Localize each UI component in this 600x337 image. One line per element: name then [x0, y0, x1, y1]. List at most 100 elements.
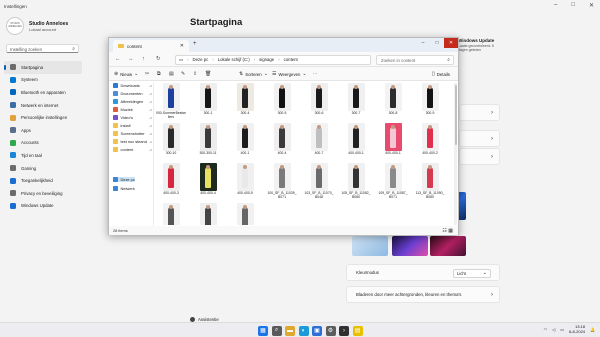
clock[interactable]: 13:18 6-8-2024 — [569, 324, 585, 334]
sidebar-item-10[interactable]: Privacy en beveiliging — [4, 187, 82, 200]
file-thumbnail[interactable]: 300-300-11 — [193, 123, 223, 156]
volume-icon[interactable]: ◁ — [552, 327, 555, 332]
file-thumbnail[interactable]: 103_SF_B_11070_B048 — [304, 163, 334, 200]
details-button[interactable]: ▯ Details — [432, 71, 450, 77]
search-icon[interactable]: ⌕ — [271, 325, 282, 336]
close-icon[interactable]: ✕ — [444, 38, 458, 48]
breadcrumb-item[interactable]: Deze pc — [193, 57, 209, 62]
breadcrumb-item[interactable]: content — [284, 57, 298, 62]
store-icon[interactable]: ▣ — [312, 325, 322, 336]
close-icon[interactable]: ✕ — [589, 2, 594, 9]
sidebar-item-9[interactable]: Toegankelijkheid — [4, 174, 82, 187]
battery-icon[interactable]: ▭ — [560, 327, 564, 332]
forward-arrow-icon[interactable]: → — [128, 56, 134, 62]
file-thumbnail[interactable]: 105_SF_B_11082_B080 — [341, 163, 371, 200]
nav-pane-item[interactable]: Muziek ⊿ — [113, 107, 152, 112]
rename-icon[interactable]: ✎ — [181, 71, 185, 77]
file-thumbnail[interactable] — [156, 203, 186, 225]
minimize-icon[interactable]: – — [416, 38, 430, 48]
explorer-search-input[interactable]: Zoeken in content ⌕ — [376, 54, 454, 65]
settings-icon[interactable]: ⚙ — [325, 325, 336, 336]
nav-pane-item[interactable]: Downloads ⊿ — [113, 83, 152, 88]
file-thumbnail[interactable]: 400-400-2 — [415, 123, 445, 156]
sidebar-item-5[interactable]: Apps — [4, 124, 82, 137]
sidebar-item-2[interactable]: Bluetooth en apparaten — [4, 86, 82, 99]
share-icon[interactable]: ⇪ — [193, 71, 197, 77]
nav-pane-item[interactable]: Deze pc — [113, 177, 135, 182]
nav-pane-item[interactable]: Netwerk — [113, 186, 135, 191]
minimize-icon[interactable]: – — [554, 2, 557, 9]
file-thumbnail[interactable]: 400-400-5 — [230, 163, 260, 196]
file-thumbnail[interactable]: 400-400-1 — [341, 123, 371, 156]
file-thumbnail[interactable]: 400-4 — [267, 123, 297, 156]
copy-icon[interactable]: ⧉ — [157, 71, 161, 77]
sidebar-item-0[interactable]: Startpagina — [4, 61, 82, 74]
file-thumbnail[interactable]: 300-5 — [267, 83, 297, 116]
settings-search-input[interactable]: Instelling zoeken ⌕ — [6, 44, 79, 53]
settings-card-3[interactable]: › — [459, 148, 500, 165]
settings-card-2[interactable]: › — [459, 130, 500, 147]
wifi-icon[interactable]: ◠ — [544, 327, 548, 332]
windows-update-panel[interactable]: Windows Update Laatst gecontroleerd: 5 d… — [458, 38, 500, 52]
file-explorer-icon[interactable]: ▬ — [285, 325, 295, 336]
browse-backgrounds-card[interactable]: Bladeren door meer achtergronden, kleure… — [346, 286, 500, 303]
file-thumbnail[interactable]: 109_SF_B_11087_B071 — [378, 163, 408, 200]
color-mode-select[interactable]: Licht ⌄ — [453, 268, 491, 278]
file-thumbnail[interactable]: 300-1 — [193, 83, 223, 116]
sidebar-item-11[interactable]: Windows Update — [4, 200, 82, 213]
file-thumbnail[interactable]: 300-4 — [230, 83, 260, 116]
theme-thumbnail[interactable] — [392, 236, 428, 256]
file-thumbnail[interactable]: 300-8 — [378, 83, 408, 116]
file-thumbnail[interactable]: 400-400-3 — [156, 163, 186, 196]
new-tab-icon[interactable]: + — [193, 41, 197, 47]
file-thumbnail[interactable]: 000-SummerBestsellers — [156, 83, 186, 120]
edge-icon[interactable]: ◐ — [298, 325, 309, 336]
nav-pane-item[interactable]: Screenshotter ⊿ — [113, 131, 152, 136]
sidebar-item-3[interactable]: Netwerk en internet — [4, 99, 82, 112]
file-thumbnail[interactable] — [193, 203, 223, 225]
app-icon[interactable]: ▤ — [352, 325, 363, 336]
file-thumbnail[interactable]: 300-9 — [415, 83, 445, 116]
sidebar-item-7[interactable]: Tijd en taal — [4, 149, 82, 162]
nav-pane-item[interactable]: Documenten ⊿ — [113, 91, 152, 96]
cut-icon[interactable]: ✂ — [145, 71, 149, 77]
back-arrow-icon[interactable]: ← — [115, 56, 121, 62]
view-toggle-icons[interactable]: ☷ ▦ — [442, 228, 453, 234]
sidebar-item-4[interactable]: Persoonlijke instellingen — [4, 111, 82, 124]
file-thumbnail[interactable]: 400-7 — [304, 123, 334, 156]
file-thumbnail[interactable]: 300-6 — [304, 83, 334, 116]
file-thumbnail[interactable]: 400-400-4 — [193, 163, 223, 196]
file-thumbnail[interactable]: 300-10 — [156, 123, 186, 156]
file-thumbnail[interactable]: 113_SF_B_11090_B080 — [415, 163, 445, 200]
scrollbar-thumb[interactable] — [454, 85, 457, 145]
user-profile[interactable]: STUDIO ANNELOES Studio Anneloes Lokaal a… — [6, 17, 68, 35]
close-tab-icon[interactable]: ✕ — [180, 43, 184, 49]
view-button[interactable]: ☰ Weergeven ⌄ — [272, 71, 307, 77]
maximize-icon[interactable]: □ — [571, 2, 575, 9]
sort-button[interactable]: ⇅ Sorteren ⌄ — [239, 71, 268, 77]
paste-icon[interactable]: ▤ — [169, 71, 174, 77]
nav-pane-item[interactable]: Afbeeldingen ⊿ — [113, 99, 152, 104]
vertical-scrollbar[interactable] — [454, 83, 457, 225]
delete-icon[interactable]: 🗑 — [205, 71, 211, 77]
sidebar-item-1[interactable]: Systeem — [4, 74, 82, 87]
refresh-icon[interactable]: ↻ — [156, 56, 161, 62]
nav-pane-item[interactable]: install ⊿ — [113, 123, 152, 128]
up-arrow-icon[interactable]: ↑ — [142, 56, 145, 62]
address-bar[interactable]: ▭ › Deze pc › Lokale schijf (C:) › signa… — [175, 54, 371, 65]
explorer-tab-content[interactable]: content ✕ — [113, 40, 189, 52]
start-icon[interactable]: ▦ — [258, 325, 268, 336]
breadcrumb-item[interactable]: signage — [259, 57, 274, 62]
notifications-icon[interactable]: 🔔 — [590, 327, 595, 332]
file-thumbnail[interactable]: 400-1 — [230, 123, 260, 156]
breadcrumb-item[interactable]: Lokale schijf (C:) — [218, 57, 250, 62]
file-thumbnail[interactable]: 300-7 — [341, 83, 371, 116]
nav-pane-item[interactable]: Video's ⊿ — [113, 115, 152, 120]
file-thumbnail[interactable] — [230, 203, 260, 225]
new-button[interactable]: ⊕ Nieuw ⌄ — [114, 71, 138, 77]
file-thumbnail[interactable]: 100_SF_B_11039_B071 — [267, 163, 297, 200]
file-thumbnail[interactable]: 400-400-1 — [378, 123, 408, 156]
sidebar-item-6[interactable]: Accounts — [4, 137, 82, 150]
nav-pane-item[interactable]: content ⊿ — [113, 147, 152, 152]
sidebar-item-8[interactable]: Gaming — [4, 162, 82, 175]
